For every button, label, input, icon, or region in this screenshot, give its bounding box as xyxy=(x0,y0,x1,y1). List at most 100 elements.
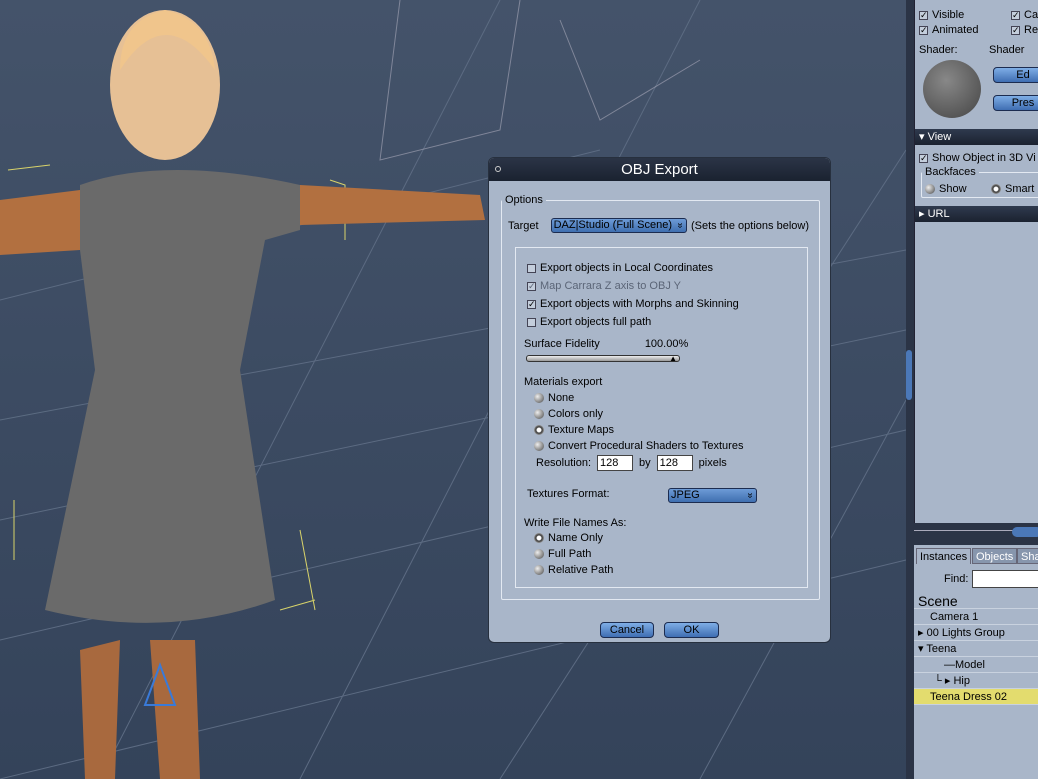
tab-sha[interactable]: Sha xyxy=(1017,548,1038,564)
materials-option-2[interactable]: Texture Maps xyxy=(534,424,614,436)
backfaces-legend: Backfaces xyxy=(925,166,976,178)
animated-label: Animated xyxy=(932,24,979,36)
tree-item[interactable]: Teena Dress 02 xyxy=(914,689,1038,705)
cast-label: Ca xyxy=(1024,9,1038,21)
shader-preview[interactable] xyxy=(923,60,981,118)
tree-item[interactable]: Scene xyxy=(914,593,1038,609)
radio-label: Full Path xyxy=(548,548,592,560)
ok-button[interactable]: OK xyxy=(664,622,719,638)
fidelity-label: Surface Fidelity xyxy=(524,338,600,350)
tree-item[interactable]: Camera 1 xyxy=(914,609,1038,625)
url-header-label: URL xyxy=(927,208,950,220)
by-label: by xyxy=(639,457,651,469)
resolution-height-input[interactable]: 128 xyxy=(656,455,693,471)
properties-panel: ✓ Visible ✓ Animated ✓ Ca ✓ Re Shader: Shade… xyxy=(914,0,1038,523)
filenames-label: Write File Names As: xyxy=(524,517,627,529)
find-input[interactable] xyxy=(972,570,1038,588)
radio-label: Colors only xyxy=(548,408,604,420)
fidelity-value: 100.00% xyxy=(644,338,689,350)
resolution-width-input[interactable]: 128 xyxy=(597,455,634,471)
pixels-label: pixels xyxy=(698,457,727,469)
tree-item[interactable]: └ ▸ Hip xyxy=(914,673,1038,689)
tree-item-label: Model xyxy=(955,659,985,671)
smart-label: Smart xyxy=(1005,183,1035,195)
tree-item[interactable]: ▸ 00 Lights Group xyxy=(914,625,1038,641)
export-option-1[interactable]: ✓ Map Carrara Z axis to OBJ Y xyxy=(527,280,681,292)
right-panel: ✓ Visible ✓ Animated ✓ Ca ✓ Re Shader: Shade… xyxy=(906,0,1038,779)
obj-export-dialog: OBJ Export Options Target DAZ|Studio (Ful… xyxy=(488,157,831,643)
scene-panel: Instances Objects Sha Find: Scene Camera 1 ▸… xyxy=(914,545,1038,779)
checkbox[interactable]: ✓ xyxy=(527,281,536,291)
receive-checkbox[interactable]: ✓ xyxy=(1011,25,1020,35)
export-option-3[interactable]: Export objects full path xyxy=(527,316,651,328)
shader-label: Shader: xyxy=(919,44,958,56)
radio[interactable] xyxy=(534,565,544,575)
checkbox[interactable]: ✓ xyxy=(527,299,536,309)
show-radio[interactable] xyxy=(925,184,935,194)
tree-item[interactable]: ▾ Teena xyxy=(914,641,1038,657)
radio[interactable] xyxy=(534,409,544,419)
textures-format-label: Textures Format: xyxy=(527,488,610,500)
checkbox-label: Export objects full path xyxy=(540,316,652,328)
show-label: Show xyxy=(939,183,967,195)
checkbox[interactable] xyxy=(527,317,536,327)
receive-label: Re xyxy=(1024,24,1038,36)
close-icon[interactable] xyxy=(495,166,501,172)
cast-checkbox[interactable]: ✓ xyxy=(1011,10,1020,20)
show-object-checkbox[interactable]: ✓ xyxy=(919,153,928,163)
dialog-title-bar[interactable]: OBJ Export xyxy=(489,158,830,181)
options-legend: Options xyxy=(505,194,543,206)
tree-item-label: Camera 1 xyxy=(930,611,979,623)
materials-label: Materials export xyxy=(524,376,603,388)
smart-radio[interactable] xyxy=(991,184,1001,194)
filename-option-1[interactable]: Full Path xyxy=(534,548,591,560)
resolution-label: Resolution: xyxy=(536,457,592,469)
dialog-title: OBJ Export xyxy=(621,161,698,178)
tree-item-label: 00 Lights Group xyxy=(926,627,1005,639)
checkbox-label: Export objects with Morphs and Skinning xyxy=(540,298,739,310)
fidelity-slider[interactable]: ▲ xyxy=(526,354,680,363)
radio[interactable] xyxy=(534,441,544,451)
tab-objects[interactable]: Objects xyxy=(972,548,1018,564)
radio[interactable] xyxy=(534,533,544,543)
splitter-handle[interactable] xyxy=(1012,527,1038,537)
find-label: Find: xyxy=(944,573,969,585)
tree-item-label: Hip xyxy=(953,675,970,687)
tab-instances[interactable]: Instances xyxy=(916,548,972,564)
panel-splitter-handle[interactable] xyxy=(906,350,912,400)
filename-option-2[interactable]: Relative Path xyxy=(534,564,613,576)
preset-button[interactable]: Pres xyxy=(993,95,1038,111)
edit-shader-button[interactable]: Ed xyxy=(993,67,1038,83)
radio-label: None xyxy=(548,392,575,404)
filename-option-0[interactable]: Name Only xyxy=(534,532,603,544)
materials-option-1[interactable]: Colors only xyxy=(534,408,603,420)
tree-item-label: Scene xyxy=(918,593,958,609)
url-section-header[interactable]: ▸ URL xyxy=(915,206,1038,222)
checkbox-label: Export objects in Local Coordinates xyxy=(540,262,714,274)
radio-label: Name Only xyxy=(548,532,604,544)
radio[interactable] xyxy=(534,549,544,559)
target-select[interactable]: DAZ|Studio (Full Scene) xyxy=(550,218,687,233)
slider-thumb-icon[interactable]: ▲ xyxy=(669,354,677,363)
checkbox-label: Map Carrara Z axis to OBJ Y xyxy=(540,280,682,292)
shader-value: Shader xyxy=(989,44,1025,56)
target-note: (Sets the options below) xyxy=(690,219,809,232)
radio-label: Texture Maps xyxy=(548,424,615,436)
view-section-header[interactable]: ▾ View xyxy=(915,129,1038,145)
cancel-button[interactable]: Cancel xyxy=(600,622,654,638)
animated-checkbox[interactable]: ✓ xyxy=(919,25,928,35)
show-object-label: Show Object in 3D Vi xyxy=(932,152,1036,164)
radio-label: Relative Path xyxy=(548,564,614,576)
radio[interactable] xyxy=(534,393,544,403)
radio[interactable] xyxy=(534,425,544,435)
checkbox[interactable] xyxy=(527,263,536,273)
visible-label: Visible xyxy=(932,9,965,21)
materials-option-3[interactable]: Convert Procedural Shaders to Textures xyxy=(534,440,743,452)
export-option-2[interactable]: ✓ Export objects with Morphs and Skinning xyxy=(527,298,739,310)
textures-format-select[interactable]: JPEG xyxy=(668,488,757,503)
tree-item-label: Teena Dress 02 xyxy=(930,691,1008,703)
materials-option-0[interactable]: None xyxy=(534,392,574,404)
visible-checkbox[interactable]: ✓ xyxy=(919,10,928,20)
tree-item[interactable]: —Model xyxy=(914,657,1038,673)
export-option-0[interactable]: Export objects in Local Coordinates xyxy=(527,262,713,274)
